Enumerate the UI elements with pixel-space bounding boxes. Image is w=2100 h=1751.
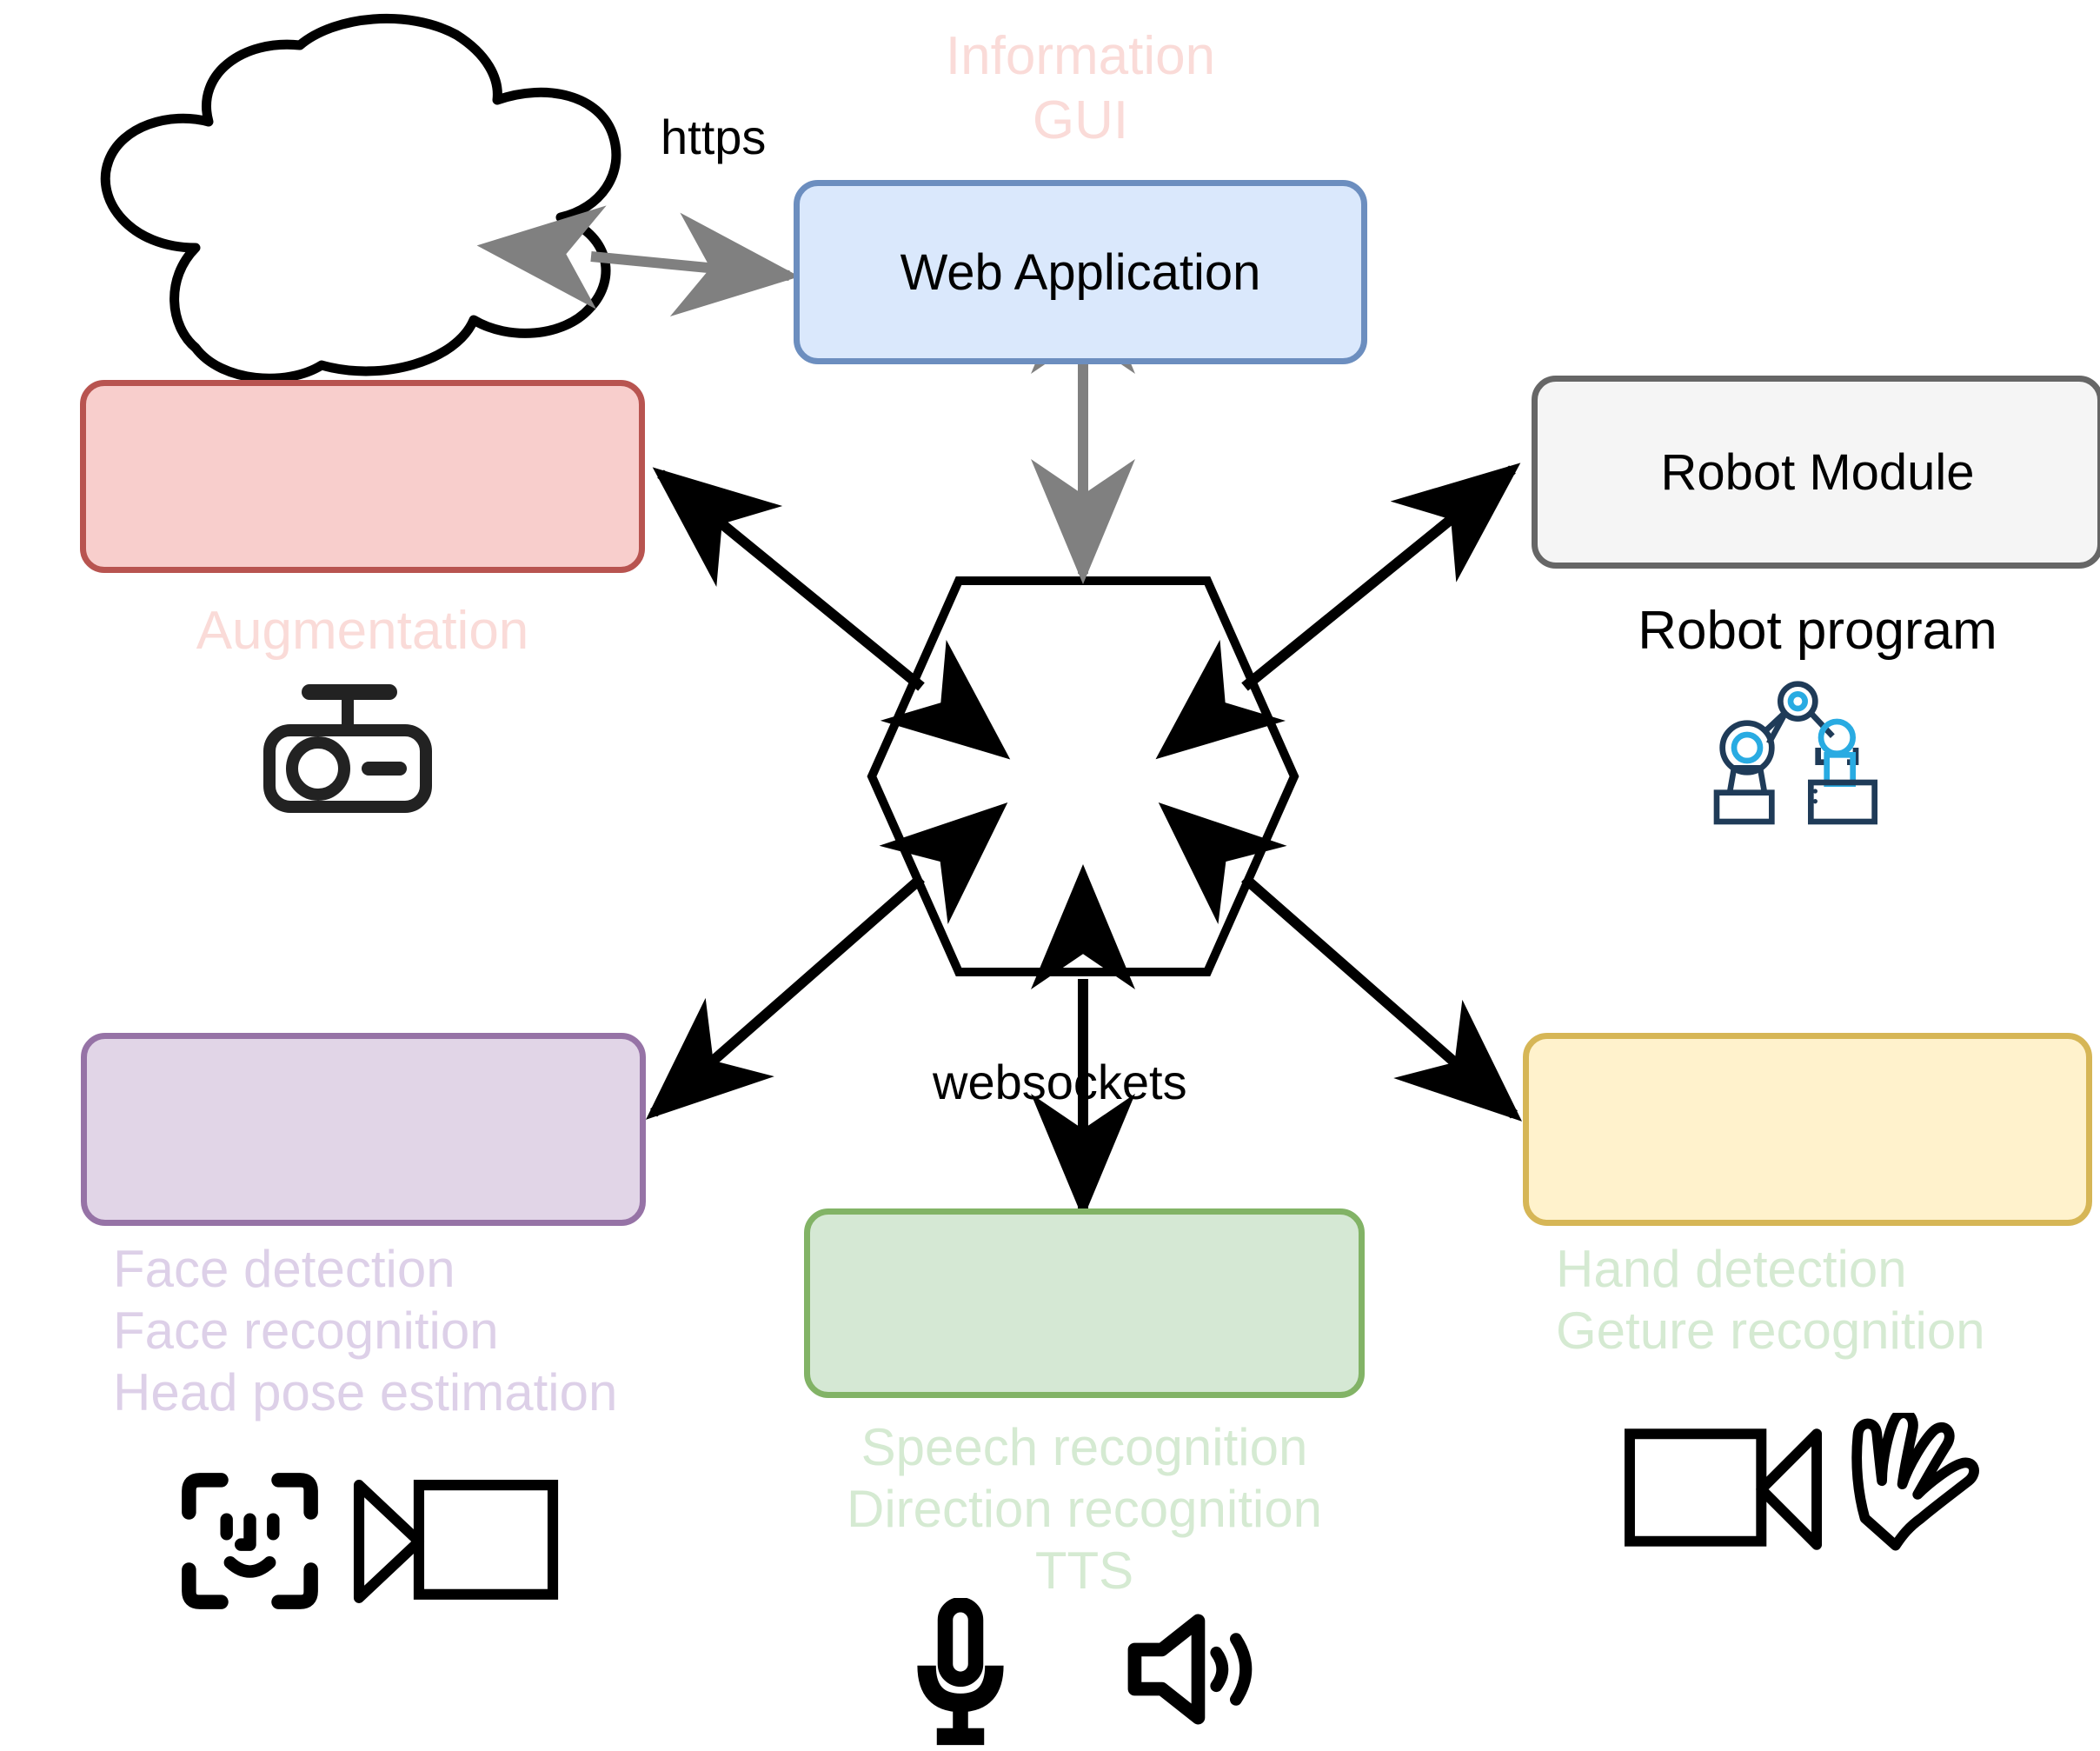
- caption-robot-program: Robot program: [1532, 600, 2100, 663]
- edge-label-https: https: [661, 110, 767, 164]
- caption-information-line: Information: [945, 26, 1216, 86]
- caption-gui-line: GUI: [1032, 90, 1129, 151]
- caption-hand-line2: Geture recognition: [1556, 1301, 1985, 1360]
- diagram-canvas: Web Application Robot Module Information…: [0, 0, 2100, 1751]
- speaker-icon: [1126, 1613, 1265, 1726]
- microphone-icon: [913, 1597, 1008, 1750]
- edge-hub-face: [645, 802, 1008, 1120]
- caption-hand-line1: Hand detection: [1556, 1240, 1907, 1298]
- hexagon-hub-shape: [867, 576, 1299, 976]
- caption-hand: Hand detection Geture recognition: [1556, 1239, 2100, 1362]
- robot-arm-icon: [1704, 678, 1895, 830]
- caption-robot-program-line: Robot program: [1638, 601, 1997, 661]
- node-hand-detection[interactable]: [1523, 1033, 2092, 1226]
- node-augmentation[interactable]: [80, 380, 645, 573]
- caption-speech: Speech recognition Direction recognition…: [804, 1417, 1365, 1601]
- node-face-detection[interactable]: [81, 1033, 646, 1226]
- video-camera-icon: [348, 1476, 561, 1607]
- caption-face-line1: Face detection: [113, 1240, 455, 1298]
- caption-face-line2: Face recognition: [113, 1301, 499, 1360]
- node-web-application[interactable]: Web Application: [794, 180, 1367, 364]
- caption-speech-line2: Direction recognition: [847, 1479, 1322, 1538]
- caption-information-gui: Information GUI: [794, 24, 1367, 154]
- node-web-application-label: Web Application: [900, 243, 1261, 301]
- camera-icon: [1623, 1424, 1827, 1555]
- face-id-icon: [178, 1469, 322, 1613]
- node-speech[interactable]: [804, 1208, 1365, 1398]
- edge-hub-robot: [1155, 463, 1521, 760]
- edge-hub-hand: [1158, 802, 1523, 1122]
- node-robot-module-label: Robot Module: [1660, 443, 1975, 501]
- edge-cloud-webapp: [476, 205, 800, 317]
- caption-augmentation-line: Augmentation: [196, 601, 529, 661]
- hand-icon: [1825, 1408, 1986, 1569]
- node-robot-module[interactable]: Robot Module: [1532, 376, 2100, 569]
- caption-augmentation: Augmentation: [80, 600, 645, 663]
- edge-hub-augmentation: [652, 467, 1011, 760]
- projector-icon: [261, 678, 452, 817]
- cloud-shape: [100, 13, 621, 383]
- caption-speech-line1: Speech recognition: [861, 1418, 1308, 1476]
- caption-speech-line3: TTS: [1034, 1541, 1134, 1600]
- edge-label-websockets: websockets: [933, 1055, 1187, 1109]
- caption-face: Face detection Face recognition Head pos…: [113, 1239, 791, 1423]
- caption-face-line3: Head pose estimation: [113, 1362, 618, 1421]
